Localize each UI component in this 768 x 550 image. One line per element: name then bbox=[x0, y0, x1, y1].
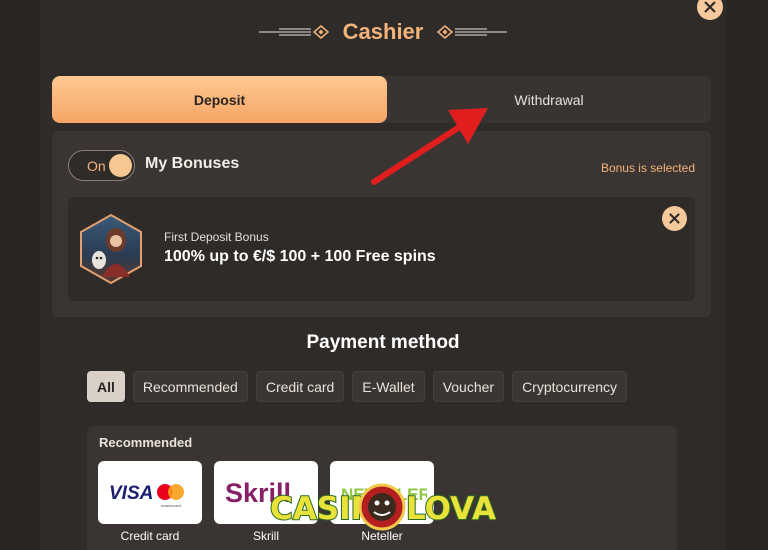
filter-all[interactable]: All bbox=[87, 371, 125, 402]
backdrop-left bbox=[0, 0, 40, 550]
filter-e-wallet[interactable]: E-Wallet bbox=[352, 371, 425, 402]
filter-recommended[interactable]: Recommended bbox=[132, 371, 248, 402]
visa-logo-text: VISA bbox=[109, 483, 153, 504]
close-icon bbox=[704, 1, 716, 13]
cashier-header: Cashier bbox=[40, 14, 726, 50]
red-arrow-icon bbox=[371, 108, 488, 185]
bonus-toggle[interactable]: On bbox=[68, 150, 135, 181]
filter-credit-card[interactable]: Credit card bbox=[255, 371, 345, 402]
ornament-right-icon bbox=[437, 25, 508, 39]
bonus-image bbox=[80, 213, 142, 285]
casinolovac-watermark-logo: CASIN LOVAC bbox=[270, 483, 496, 531]
filter-voucher[interactable]: Voucher bbox=[432, 371, 505, 402]
cashier-modal: Cashier Deposit Withdrawal On My Bonuses… bbox=[40, 0, 726, 550]
payment-filters: All Recommended Credit card E-Wallet Vou… bbox=[87, 371, 627, 402]
tab-deposit[interactable]: Deposit bbox=[52, 76, 387, 123]
payment-card-credit-card[interactable]: VISA mastercard bbox=[98, 461, 202, 524]
payment-label-neteller: Neteller bbox=[361, 529, 403, 543]
bonus-title: 100% up to €/$ 100 + 100 Free spins bbox=[164, 248, 436, 265]
remove-bonus-button[interactable] bbox=[662, 206, 687, 231]
close-icon bbox=[669, 213, 680, 224]
watermark-right-text: LOVAC bbox=[406, 491, 496, 527]
page-title: Cashier bbox=[342, 19, 424, 44]
recommended-title: Recommended bbox=[99, 435, 193, 450]
bonus-subtitle: First Deposit Bonus bbox=[164, 230, 269, 244]
payment-label-skrill: Skrill bbox=[253, 529, 279, 543]
payment-method-title: Payment method bbox=[306, 332, 460, 353]
visa-mastercard-logo-icon: VISA mastercard bbox=[109, 483, 184, 508]
toggle-knob bbox=[109, 154, 132, 177]
svg-text:mastercard: mastercard bbox=[161, 503, 181, 508]
my-bonuses-label: My Bonuses bbox=[145, 155, 240, 172]
filter-cryptocurrency[interactable]: Cryptocurrency bbox=[512, 371, 627, 402]
ornament-left-icon bbox=[258, 25, 329, 39]
backdrop-right bbox=[726, 0, 768, 550]
bonus-card[interactable]: First Deposit Bonus 100% up to €/$ 100 +… bbox=[68, 197, 695, 301]
bonus-status: Bonus is selected bbox=[600, 161, 695, 175]
payment-label-credit-card: Credit card bbox=[120, 529, 180, 543]
toggle-label: On bbox=[87, 158, 106, 174]
